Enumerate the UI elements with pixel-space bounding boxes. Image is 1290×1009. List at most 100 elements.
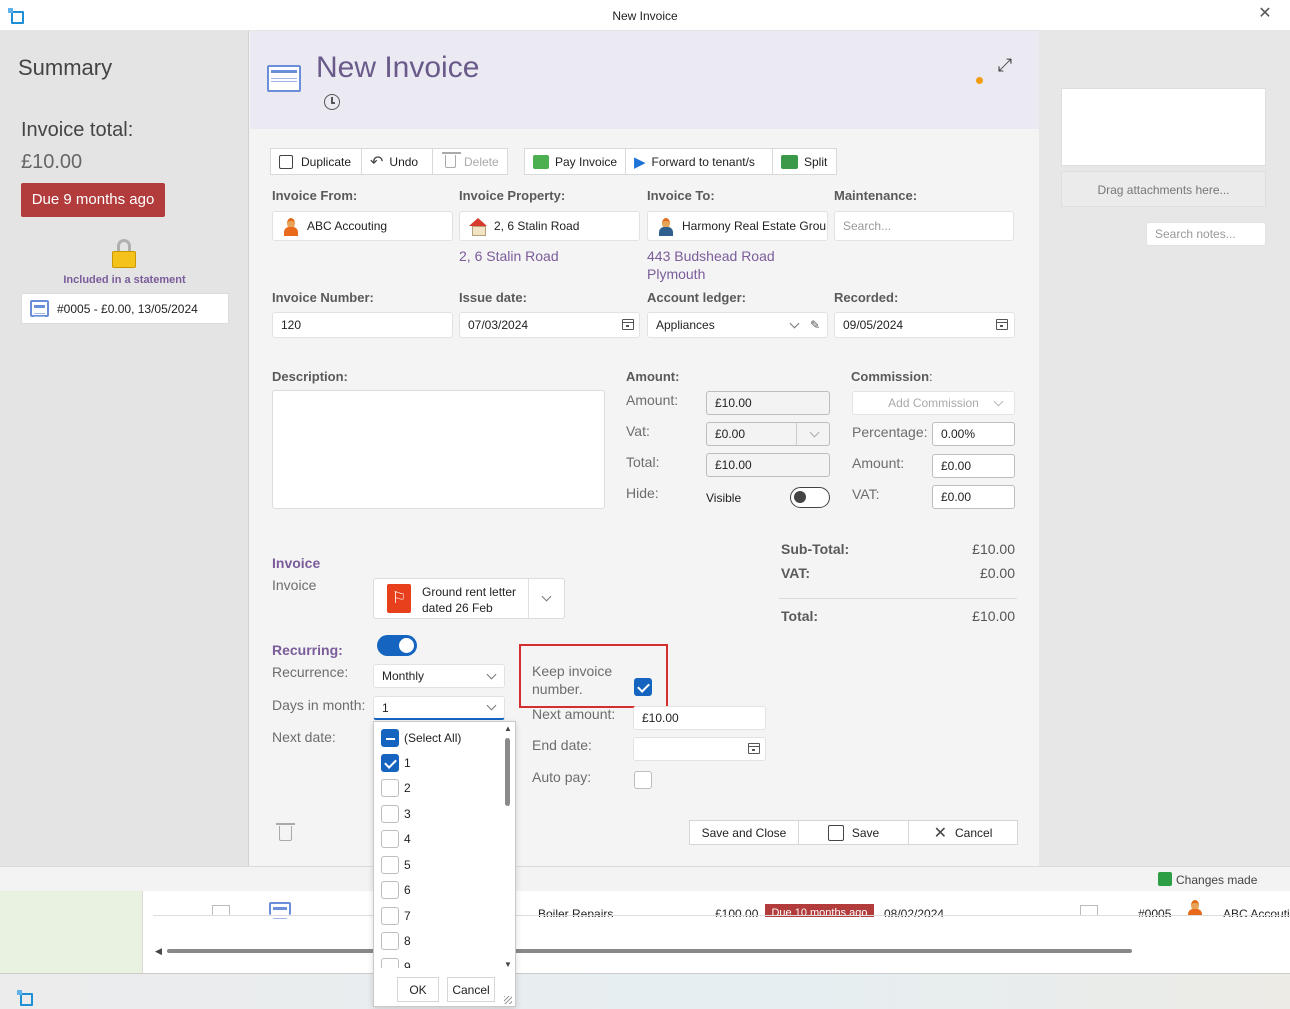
chevron-down-icon[interactable] <box>541 591 552 602</box>
list-item[interactable]: 9 <box>374 955 502 968</box>
invoice-doc-label: Invoice <box>272 577 317 593</box>
day-checkbox[interactable] <box>381 932 399 950</box>
forward-tenant-button[interactable]: ▶ Forward to tenant/s <box>625 148 773 175</box>
subtotal-label: Sub-Total: <box>781 541 850 557</box>
list-item[interactable]: 5 <box>374 853 502 878</box>
pay-invoice-icon <box>533 154 549 169</box>
bg-row-divider <box>153 915 1290 916</box>
save-button[interactable]: Save <box>798 820 909 845</box>
issue-date-input[interactable]: 07/03/2024 <box>459 312 640 338</box>
undo-label: Undo <box>389 154 419 169</box>
attachment-dropzone[interactable]: Drag attachments here... <box>1061 171 1266 207</box>
day-checkbox[interactable] <box>381 958 399 968</box>
day-label: 7 <box>404 909 411 923</box>
calendar-icon[interactable] <box>996 319 1008 330</box>
day-checkbox[interactable] <box>381 830 399 848</box>
status-bar: Changes made <box>0 866 1290 891</box>
add-commission-select[interactable]: Add Commission <box>852 391 1015 415</box>
select-all-option[interactable]: (Select All) <box>374 726 502 751</box>
percentage-input[interactable]: 0.00% <box>932 422 1015 446</box>
invoice-property-value: 2, 6 Stalin Road <box>494 219 580 233</box>
dropdown-scrollbar[interactable]: ▲ ▼ <box>503 724 513 970</box>
undo-button[interactable]: ↶ Undo <box>361 148 433 175</box>
maintenance-search-input[interactable]: Search... <box>834 211 1014 241</box>
drag-attachments-text: Drag attachments here... <box>1097 183 1230 197</box>
statement-link[interactable]: #0005 - £0.00, 13/05/2024 <box>21 293 229 324</box>
pay-invoice-button[interactable]: Pay Invoice <box>524 148 626 175</box>
changes-made-text: Changes made <box>1176 873 1258 887</box>
recurrence-label: Recurrence: <box>272 664 349 680</box>
cancel-button[interactable]: ✕ Cancel <box>908 820 1018 845</box>
calendar-icon[interactable] <box>622 319 634 330</box>
amount-input[interactable]: £10.00 <box>706 391 830 415</box>
expand-icon[interactable]: ⤢ <box>995 55 1015 75</box>
dropdown-cancel-button[interactable]: Cancel <box>447 977 495 1002</box>
day-label: 1 <box>404 756 411 770</box>
day-checkbox[interactable] <box>381 779 399 797</box>
close-icon: ✕ <box>933 824 948 842</box>
pdf-icon: ⚐ <box>387 584 411 613</box>
invoice-number-value: 120 <box>281 318 302 332</box>
history-icon[interactable] <box>324 94 340 110</box>
day-checkbox[interactable] <box>381 907 399 925</box>
notes-placeholder: Search notes... <box>1155 227 1236 241</box>
split-button[interactable]: Split <box>772 148 837 175</box>
commission-amount-input[interactable]: £0.00 <box>932 454 1015 478</box>
bg-row-checkbox-2[interactable] <box>1080 905 1098 915</box>
keep-invoice-number-checkbox[interactable] <box>634 678 652 696</box>
edit-pencil-icon[interactable]: ✎ <box>810 318 820 332</box>
list-item[interactable]: 8 <box>374 929 502 954</box>
invoice-header-icon <box>267 65 301 92</box>
bg-row-checkbox[interactable] <box>212 905 230 915</box>
days-in-month-select[interactable]: 1 <box>373 696 505 720</box>
calendar-icon[interactable] <box>748 743 760 754</box>
day-checkbox[interactable] <box>381 856 399 874</box>
list-item[interactable]: 4 <box>374 827 502 852</box>
ok-label: OK <box>409 982 427 997</box>
delete-form-icon[interactable] <box>276 823 295 841</box>
invoice-section-heading: Invoice <box>272 555 321 571</box>
next-amount-input[interactable]: £10.00 <box>633 706 766 730</box>
description-textarea[interactable] <box>272 390 605 509</box>
horizontal-scrollbar[interactable]: ◀ <box>153 946 1290 956</box>
invoice-to-field[interactable]: Harmony Real Estate Grou <box>647 211 828 241</box>
total-input[interactable]: £10.00 <box>706 453 830 477</box>
auto-pay-checkbox[interactable] <box>634 771 652 789</box>
hide-toggle[interactable] <box>790 487 830 508</box>
auto-pay-label: Auto pay: <box>532 769 592 785</box>
resize-grip-icon[interactable] <box>504 996 512 1004</box>
list-item[interactable]: 7 <box>374 904 502 929</box>
day-checkbox[interactable] <box>381 805 399 823</box>
list-item[interactable]: 2 <box>374 776 502 801</box>
list-item[interactable]: 3 <box>374 802 502 827</box>
invoice-doc-line1: Ground rent letter <box>422 585 517 599</box>
commission-vat-input[interactable]: £0.00 <box>932 485 1015 509</box>
chevron-down-icon <box>789 318 800 329</box>
recurring-toggle[interactable] <box>377 635 417 656</box>
account-ledger-select[interactable]: Appliances ✎ <box>647 312 828 338</box>
search-notes-input[interactable]: Search notes... <box>1146 222 1266 246</box>
vat-select[interactable]: £0.00 <box>706 422 830 446</box>
duplicate-button[interactable]: Duplicate <box>270 148 362 175</box>
account-ledger-value: Appliances <box>656 318 715 332</box>
recurrence-select[interactable]: Monthly <box>373 664 505 688</box>
summary-heading: Summary <box>18 55 113 80</box>
totals-divider <box>779 598 1017 599</box>
dropdown-ok-button[interactable]: OK <box>397 977 439 1002</box>
list-item[interactable]: 6 <box>374 878 502 903</box>
delete-button[interactable]: Delete <box>432 148 508 175</box>
close-icon[interactable]: ✕ <box>1257 6 1273 22</box>
end-date-input[interactable] <box>633 737 766 761</box>
commission-heading-text: Commission <box>851 369 930 384</box>
taskbar-app-icon[interactable] <box>17 990 37 1008</box>
recorded-date-input[interactable]: 09/05/2024 <box>834 312 1015 338</box>
invoice-property-field[interactable]: 2, 6 Stalin Road <box>459 211 640 241</box>
invoice-document-picker[interactable]: ⚐ Ground rent letter dated 26 Feb <box>373 578 565 619</box>
select-all-checkbox[interactable] <box>381 729 399 747</box>
list-item[interactable]: 1 <box>374 751 502 776</box>
day-checkbox[interactable] <box>381 754 399 772</box>
invoice-number-input[interactable]: 120 <box>272 312 453 338</box>
invoice-from-field[interactable]: ABC Accouting <box>272 211 453 241</box>
save-close-button[interactable]: Save and Close <box>689 820 799 845</box>
day-checkbox[interactable] <box>381 881 399 899</box>
